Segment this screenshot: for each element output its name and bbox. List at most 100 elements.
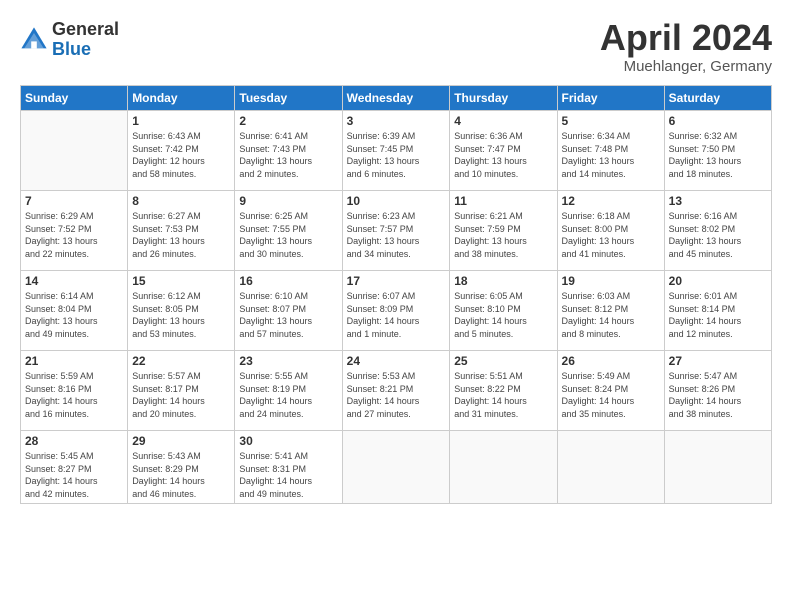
day-number: 16 xyxy=(239,274,337,288)
calendar-day-header: Saturday xyxy=(664,86,771,111)
calendar-cell: 7 Sunrise: 6:29 AM Sunset: 7:52 PM Daylig… xyxy=(21,191,128,271)
day-info: Sunrise: 5:51 AM Sunset: 8:22 PM Dayligh… xyxy=(454,370,552,420)
day-number: 27 xyxy=(669,354,767,368)
location: Muehlanger, Germany xyxy=(600,58,772,75)
day-info: Sunrise: 6:23 AM Sunset: 7:57 PM Dayligh… xyxy=(347,210,446,260)
day-info: Sunrise: 6:18 AM Sunset: 8:00 PM Dayligh… xyxy=(562,210,660,260)
calendar-cell: 1Sunrise: 6:43 AM Sunset: 7:42 PM Daylig… xyxy=(128,111,235,191)
day-info: Sunrise: 6:01 AM Sunset: 8:14 PM Dayligh… xyxy=(669,290,767,340)
calendar-cell: 15Sunrise: 6:12 AM Sunset: 8:05 PM Dayli… xyxy=(128,271,235,351)
day-info: Sunrise: 6:29 AM Sunset: 7:52 PM Dayligh… xyxy=(25,210,123,260)
calendar-cell: 2 Sunrise: 6:41 AM Sunset: 7:43 PM Daylig… xyxy=(235,111,342,191)
calendar-cell xyxy=(450,431,557,504)
day-number: 30 xyxy=(239,434,337,448)
month-title: April 2024 xyxy=(600,20,772,56)
day-number: 15 xyxy=(132,274,230,288)
day-number: 7 xyxy=(25,194,123,208)
day-info: Sunrise: 6:25 AM Sunset: 7:55 PM Dayligh… xyxy=(239,210,337,260)
page: General Blue April 2024 Muehlanger, Germ… xyxy=(0,0,792,612)
day-info: Sunrise: 6:07 AM Sunset: 8:09 PM Dayligh… xyxy=(347,290,446,340)
day-info: Sunrise: 5:53 AM Sunset: 8:21 PM Dayligh… xyxy=(347,370,446,420)
day-info: Sunrise: 5:57 AM Sunset: 8:17 PM Dayligh… xyxy=(132,370,230,420)
day-info: Sunrise: 6:05 AM Sunset: 8:10 PM Dayligh… xyxy=(454,290,552,340)
day-info: Sunrise: 6:41 AM Sunset: 7:43 PM Dayligh… xyxy=(239,130,337,180)
day-number: 29 xyxy=(132,434,230,448)
logo: General Blue xyxy=(20,20,119,60)
day-info: Sunrise: 5:59 AM Sunset: 8:16 PM Dayligh… xyxy=(25,370,123,420)
day-number: 12 xyxy=(562,194,660,208)
day-number: 8 xyxy=(132,194,230,208)
day-number: 13 xyxy=(669,194,767,208)
day-info: Sunrise: 5:43 AM Sunset: 8:29 PM Dayligh… xyxy=(132,450,230,500)
day-number: 4 xyxy=(454,114,552,128)
day-number: 23 xyxy=(239,354,337,368)
day-info: Sunrise: 6:03 AM Sunset: 8:12 PM Dayligh… xyxy=(562,290,660,340)
day-number: 5 xyxy=(562,114,660,128)
day-number: 22 xyxy=(132,354,230,368)
calendar-day-header: Monday xyxy=(128,86,235,111)
calendar-cell: 23 Sunrise: 5:55 AM Sunset: 8:19 PM Dayli… xyxy=(235,351,342,431)
calendar-cell xyxy=(342,431,450,504)
day-number: 18 xyxy=(454,274,552,288)
day-info: Sunrise: 5:47 AM Sunset: 8:26 PM Dayligh… xyxy=(669,370,767,420)
day-info: Sunrise: 6:16 AM Sunset: 8:02 PM Dayligh… xyxy=(669,210,767,260)
calendar-cell: 26 Sunrise: 5:49 AM Sunset: 8:24 PM Dayli… xyxy=(557,351,664,431)
calendar-cell: 14Sunrise: 6:14 AM Sunset: 8:04 PM Dayli… xyxy=(21,271,128,351)
calendar-day-header: Friday xyxy=(557,86,664,111)
day-info: Sunrise: 6:34 AM Sunset: 7:48 PM Dayligh… xyxy=(562,130,660,180)
calendar-cell: 30 Sunrise: 5:41 AM Sunset: 8:31 PM Dayli… xyxy=(235,431,342,504)
calendar-day-header: Thursday xyxy=(450,86,557,111)
calendar-cell: 11 Sunrise: 6:21 AM Sunset: 7:59 PM Dayli… xyxy=(450,191,557,271)
calendar-cell: 10 Sunrise: 6:23 AM Sunset: 7:57 PM Dayli… xyxy=(342,191,450,271)
day-number: 9 xyxy=(239,194,337,208)
calendar-cell: 24Sunrise: 5:53 AM Sunset: 8:21 PM Dayli… xyxy=(342,351,450,431)
day-number: 26 xyxy=(562,354,660,368)
logo-blue: Blue xyxy=(52,40,119,60)
day-info: Sunrise: 5:49 AM Sunset: 8:24 PM Dayligh… xyxy=(562,370,660,420)
calendar-cell: 28Sunrise: 5:45 AM Sunset: 8:27 PM Dayli… xyxy=(21,431,128,504)
day-number: 25 xyxy=(454,354,552,368)
logo-text: General Blue xyxy=(52,20,119,60)
calendar-cell: 13 Sunrise: 6:16 AM Sunset: 8:02 PM Dayli… xyxy=(664,191,771,271)
day-number: 21 xyxy=(25,354,123,368)
day-number: 6 xyxy=(669,114,767,128)
day-info: Sunrise: 5:41 AM Sunset: 8:31 PM Dayligh… xyxy=(239,450,337,500)
calendar-table: SundayMondayTuesdayWednesdayThursdayFrid… xyxy=(20,85,772,504)
day-number: 11 xyxy=(454,194,552,208)
calendar-cell: 4 Sunrise: 6:36 AM Sunset: 7:47 PM Daylig… xyxy=(450,111,557,191)
calendar-cell: 8 Sunrise: 6:27 AM Sunset: 7:53 PM Daylig… xyxy=(128,191,235,271)
day-info: Sunrise: 6:36 AM Sunset: 7:47 PM Dayligh… xyxy=(454,130,552,180)
day-number: 20 xyxy=(669,274,767,288)
calendar-cell: 17 Sunrise: 6:07 AM Sunset: 8:09 PM Dayli… xyxy=(342,271,450,351)
day-info: Sunrise: 6:32 AM Sunset: 7:50 PM Dayligh… xyxy=(669,130,767,180)
day-info: Sunrise: 5:45 AM Sunset: 8:27 PM Dayligh… xyxy=(25,450,123,500)
day-number: 17 xyxy=(347,274,446,288)
day-info: Sunrise: 6:27 AM Sunset: 7:53 PM Dayligh… xyxy=(132,210,230,260)
day-number: 2 xyxy=(239,114,337,128)
logo-icon xyxy=(20,26,48,54)
day-number: 19 xyxy=(562,274,660,288)
calendar-cell: 6 Sunrise: 6:32 AM Sunset: 7:50 PM Daylig… xyxy=(664,111,771,191)
day-info: Sunrise: 6:21 AM Sunset: 7:59 PM Dayligh… xyxy=(454,210,552,260)
calendar-cell: 20 Sunrise: 6:01 AM Sunset: 8:14 PM Dayli… xyxy=(664,271,771,351)
calendar-cell: 18 Sunrise: 6:05 AM Sunset: 8:10 PM Dayli… xyxy=(450,271,557,351)
title-area: April 2024 Muehlanger, Germany xyxy=(600,20,772,75)
calendar-cell: 29 Sunrise: 5:43 AM Sunset: 8:29 PM Dayli… xyxy=(128,431,235,504)
calendar-cell xyxy=(664,431,771,504)
calendar-cell: 22 Sunrise: 5:57 AM Sunset: 8:17 PM Dayli… xyxy=(128,351,235,431)
calendar-cell: 9 Sunrise: 6:25 AM Sunset: 7:55 PM Daylig… xyxy=(235,191,342,271)
day-number: 10 xyxy=(347,194,446,208)
day-info: Sunrise: 6:43 AM Sunset: 7:42 PM Dayligh… xyxy=(132,130,230,180)
day-info: Sunrise: 5:55 AM Sunset: 8:19 PM Dayligh… xyxy=(239,370,337,420)
calendar-day-header: Tuesday xyxy=(235,86,342,111)
calendar-cell xyxy=(21,111,128,191)
calendar-cell: 27 Sunrise: 5:47 AM Sunset: 8:26 PM Dayli… xyxy=(664,351,771,431)
calendar-cell: 16 Sunrise: 6:10 AM Sunset: 8:07 PM Dayli… xyxy=(235,271,342,351)
calendar-header-row: SundayMondayTuesdayWednesdayThursdayFrid… xyxy=(21,86,772,111)
logo-general: General xyxy=(52,20,119,40)
day-info: Sunrise: 6:10 AM Sunset: 8:07 PM Dayligh… xyxy=(239,290,337,340)
calendar-cell: 3Sunrise: 6:39 AM Sunset: 7:45 PM Daylig… xyxy=(342,111,450,191)
calendar-cell: 12 Sunrise: 6:18 AM Sunset: 8:00 PM Dayli… xyxy=(557,191,664,271)
day-number: 3 xyxy=(347,114,446,128)
calendar-day-header: Sunday xyxy=(21,86,128,111)
